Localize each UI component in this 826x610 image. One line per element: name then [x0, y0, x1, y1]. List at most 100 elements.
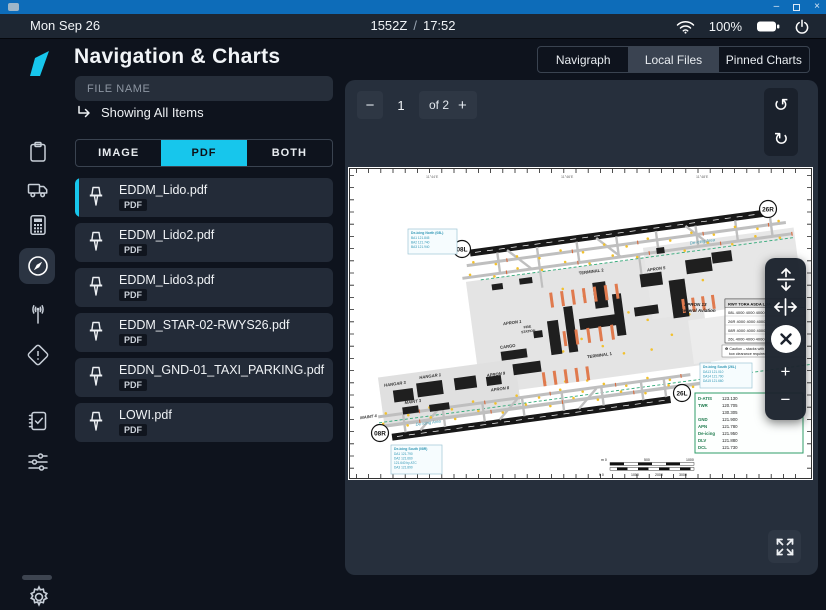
- tab-local-files[interactable]: Local Files: [628, 47, 718, 72]
- file-type-badge: PDF: [119, 244, 147, 256]
- sidebar-item-vehicle[interactable]: [26, 177, 50, 201]
- file-type-badge: PDF: [119, 379, 147, 391]
- file-item-eddm-lido[interactable]: EDDM_Lido.pdf PDF: [75, 178, 333, 217]
- svg-text:DA14 121.790: DA14 121.790: [703, 375, 724, 379]
- clipboard-icon: [26, 140, 50, 164]
- fullscreen-button[interactable]: [768, 530, 801, 563]
- file-item-eddm-star[interactable]: EDDM_STAR-02-RWYS26.pdf PDF: [75, 313, 333, 352]
- page-title: Navigation & Charts: [74, 45, 280, 69]
- svg-text:BA2 121.740: BA2 121.740: [411, 241, 430, 245]
- svg-text:❶ Caution – stacks with: ❶ Caution – stacks with: [725, 347, 764, 351]
- svg-text:3000: 3000: [679, 473, 687, 477]
- svg-text:11°44'E: 11°44'E: [426, 175, 439, 179]
- page-next-button[interactable]: +: [458, 97, 467, 114]
- window-maximize-button[interactable]: [793, 4, 800, 11]
- zoom-out-button[interactable]: −: [765, 385, 806, 413]
- pin-icon[interactable]: [88, 321, 104, 343]
- svg-text:2000: 2000: [655, 473, 663, 477]
- svg-text:DA13 121.010: DA13 121.010: [703, 370, 724, 374]
- sliders-icon: [26, 450, 50, 474]
- chart-image[interactable]: 11°44'E 11°46'E 11°48'E: [348, 167, 813, 480]
- rotate-cw-button[interactable]: ↻: [764, 122, 798, 156]
- window-close-button[interactable]: ×: [814, 0, 820, 14]
- svg-text:DA3 121.890: DA3 121.890: [394, 466, 413, 470]
- chart-viewer-panel: − 1 of 2 + ↺ ↻ 11°44'E 11°46'E 11°48'E: [345, 80, 818, 575]
- close-chart-button[interactable]: [771, 325, 801, 353]
- pin-icon[interactable]: [88, 276, 104, 298]
- tab-pinned-charts[interactable]: Pinned Charts: [719, 47, 809, 72]
- battery-percent: 100%: [709, 19, 742, 34]
- file-item-eddn-gnd[interactable]: EDDN_GND-01_TAXI_PARKING.pdf PDF: [75, 358, 333, 397]
- svg-text:DA1 121.790: DA1 121.790: [394, 452, 413, 456]
- zoom-in-button[interactable]: +: [765, 357, 806, 385]
- file-type-tabs: IMAGE PDF BOTH: [75, 139, 333, 167]
- status-bar: Mon Sep 26 1552Z/17:52 100%: [0, 14, 826, 39]
- battery-icon: [756, 20, 780, 33]
- sidebar-item-settings[interactable]: [26, 584, 52, 610]
- svg-text:08L: 08L: [456, 246, 467, 253]
- sidebar-item-radio[interactable]: [26, 302, 50, 326]
- svg-text:500: 500: [644, 458, 650, 462]
- tab-both[interactable]: BOTH: [247, 140, 332, 166]
- sidebar-item-clipboard[interactable]: [26, 140, 50, 164]
- svg-text:1000: 1000: [631, 473, 639, 477]
- svg-text:130.305: 130.305: [722, 410, 738, 415]
- svg-text:APRON 13: APRON 13: [683, 302, 707, 307]
- file-name: EDDN_GND-01_TAXI_PARKING.pdf: [119, 363, 324, 377]
- svg-text:De-icing North (08L): De-icing North (08L): [411, 231, 443, 235]
- file-item-eddm-lido2[interactable]: EDDM_Lido2.pdf PDF: [75, 223, 333, 262]
- branch-arrow-icon: [76, 104, 92, 120]
- svg-text:08L 4000 4000 4000: 08L 4000 4000 4000: [728, 310, 765, 315]
- filter-status-text: Showing All Items: [101, 105, 204, 120]
- svg-text:D-ATIS: D-ATIS: [698, 396, 712, 401]
- svg-text:121.900: 121.900: [722, 417, 738, 422]
- file-name: EDDM_Lido2.pdf: [119, 228, 214, 242]
- page-next-group: of 2 +: [419, 91, 477, 119]
- file-type-badge: PDF: [119, 199, 147, 211]
- window-app-icon: [8, 3, 19, 11]
- antenna-icon: [26, 302, 50, 326]
- rotate-controls: ↺ ↻: [764, 88, 798, 156]
- wifi-icon: [676, 20, 695, 34]
- file-item-eddm-lido3[interactable]: EDDM_Lido3.pdf PDF: [75, 268, 333, 307]
- pin-icon[interactable]: [88, 186, 104, 208]
- file-item-lowi[interactable]: LOWI.pdf PDF: [75, 403, 333, 442]
- tab-pdf[interactable]: PDF: [161, 140, 246, 166]
- sidebar-item-navigation[interactable]: [26, 254, 50, 278]
- svg-text:De-icing South (26L): De-icing South (26L): [703, 365, 736, 369]
- sidebar-item-calculator[interactable]: [26, 213, 50, 237]
- window-titlebar: – ×: [0, 0, 826, 14]
- svg-text:121.640 by ATC: 121.640 by ATC: [394, 461, 417, 465]
- chart-zoom-controls: + −: [765, 258, 806, 420]
- sidebar-item-checklist[interactable]: [26, 409, 50, 433]
- page-number[interactable]: 1: [387, 91, 415, 119]
- svg-text:BA3 121.940: BA3 121.940: [411, 245, 430, 249]
- svg-text:26R: 26R: [762, 206, 774, 213]
- power-icon[interactable]: [794, 19, 810, 35]
- file-type-badge: PDF: [119, 289, 147, 301]
- sidebar-item-filters[interactable]: [26, 450, 50, 474]
- svg-text:DLV: DLV: [698, 438, 706, 443]
- window-minimize-button[interactable]: –: [774, 0, 780, 14]
- fit-width-button[interactable]: [765, 293, 806, 321]
- tab-image[interactable]: IMAGE: [76, 140, 161, 166]
- truck-icon: [26, 177, 50, 201]
- pin-icon[interactable]: [88, 231, 104, 253]
- sidebar-item-alerts[interactable]: [26, 343, 50, 367]
- page-prev-button[interactable]: −: [357, 91, 383, 119]
- gear-icon: [26, 584, 52, 610]
- svg-text:De-icing South (08R): De-icing South (08R): [394, 447, 427, 451]
- filter-status-row: Showing All Items: [76, 104, 204, 120]
- selected-indicator: [75, 178, 79, 217]
- rotate-ccw-button[interactable]: ↺: [764, 88, 798, 122]
- file-name-input[interactable]: [75, 76, 333, 101]
- compass-icon: [26, 254, 50, 278]
- svg-text:BA1 121.845: BA1 121.845: [411, 236, 430, 240]
- fit-height-button[interactable]: [765, 265, 806, 293]
- pin-icon[interactable]: [88, 366, 104, 388]
- file-list: EDDM_Lido.pdf PDF EDDM_Lido2.pdf PDF EDD…: [75, 178, 333, 442]
- fit-width-icon: [772, 296, 799, 318]
- tab-navigraph[interactable]: Navigraph: [538, 47, 628, 72]
- svg-text:DA2 121.660: DA2 121.660: [394, 457, 413, 461]
- pin-icon[interactable]: [88, 411, 104, 433]
